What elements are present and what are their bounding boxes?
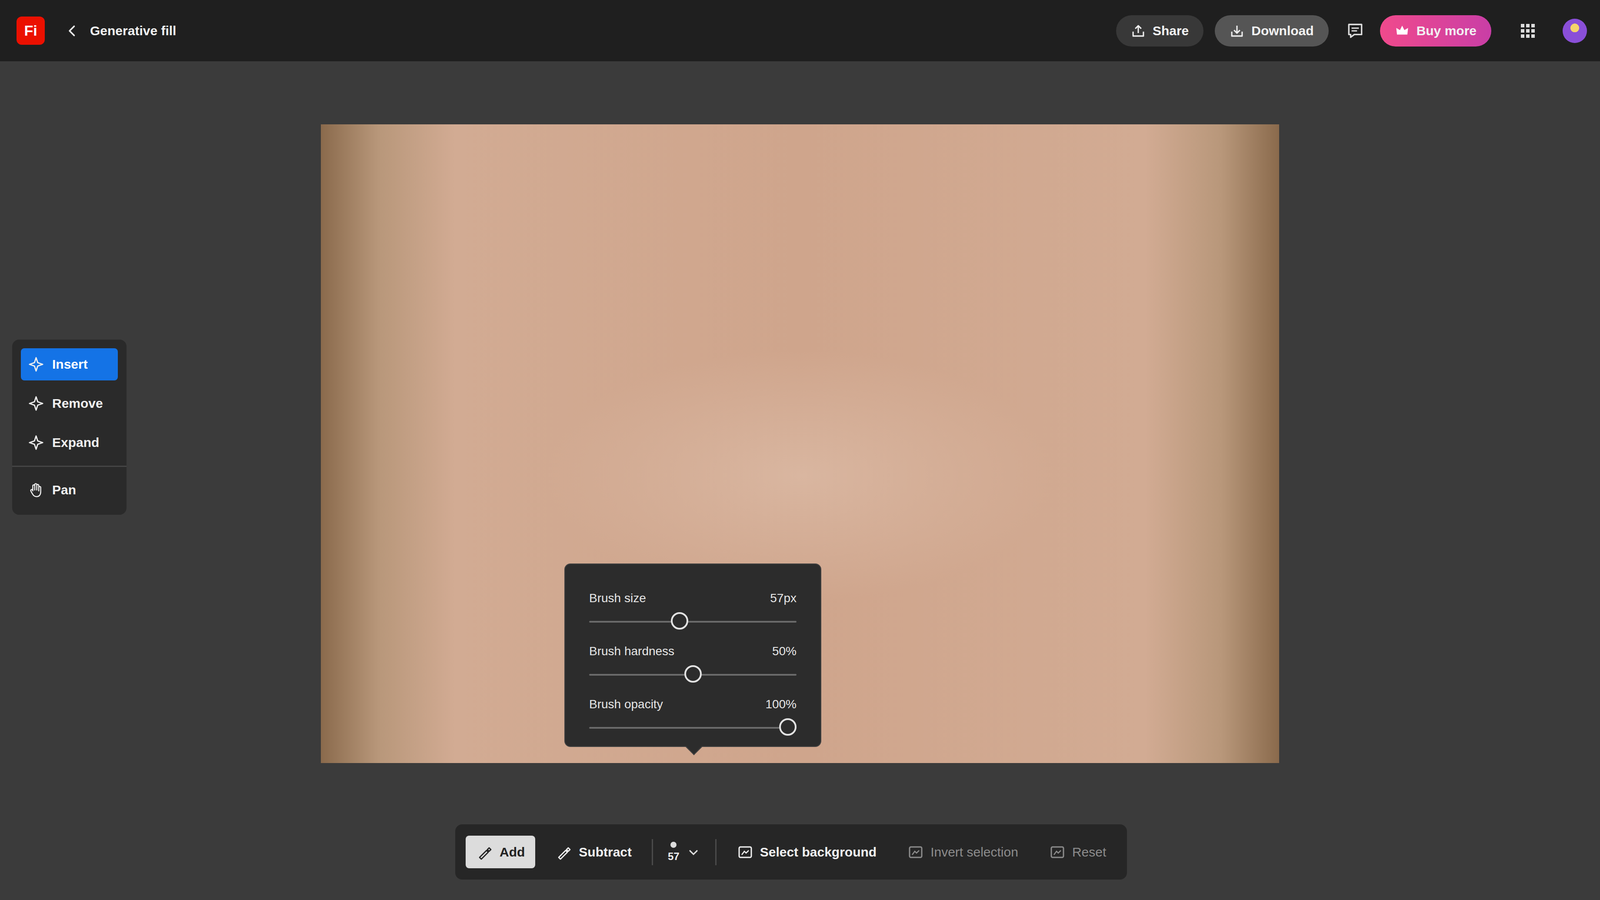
user-avatar-icon[interactable] [1562, 18, 1587, 44]
selection-mode-button[interactable]: Add [465, 835, 536, 869]
setting-value: 100% [765, 697, 797, 712]
setting-label: Brush opacity [589, 697, 664, 712]
hand-icon [27, 481, 45, 499]
setting-slider[interactable] [589, 726, 797, 729]
slider-thumb[interactable] [670, 612, 689, 630]
title-group: Fi Generative fill [16, 16, 177, 45]
slider-thumb[interactable] [779, 718, 797, 736]
comment-icon[interactable] [1346, 21, 1365, 40]
top-bar: Fi Generative fill Share Download Buy more [0, 0, 1600, 62]
brush-setting-row: Brush opacity 100% [589, 697, 797, 729]
setting-value: 57px [770, 591, 797, 606]
chevron-down-icon [686, 845, 701, 860]
tool-item[interactable]: Pan [20, 473, 118, 507]
app-window: Fi Generative fill Share Download Buy more In… [0, 0, 1600, 900]
brush-settings-popover: Brush size 57px Brush hardness 50% Brush opa… [564, 563, 822, 747]
setting-slider[interactable] [589, 620, 797, 623]
upload-icon [1130, 23, 1146, 39]
document-title: Generative fill [90, 23, 177, 39]
buy-more-button[interactable]: Buy more [1380, 15, 1492, 47]
toolbar-action-button[interactable]: Invert selection [896, 835, 1029, 869]
header-actions: Share Download Buy more [1116, 15, 1587, 47]
tool-icon [27, 395, 45, 412]
tool-icon [27, 356, 45, 373]
tool-item[interactable]: Insert [20, 348, 118, 381]
apps-grid-icon[interactable] [1519, 22, 1537, 40]
toolbar-divider [651, 839, 654, 866]
toolbar-action-button[interactable]: Select background [726, 835, 887, 869]
action-icon [906, 843, 925, 861]
setting-label: Brush size [589, 591, 647, 606]
brush-dot-icon [670, 841, 677, 848]
slider-thumb[interactable] [684, 665, 702, 683]
brush-setting-row: Brush hardness 50% [589, 644, 797, 676]
tool-item[interactable]: Remove [20, 387, 118, 420]
brush-icon [555, 843, 573, 861]
download-button[interactable]: Download [1214, 15, 1329, 47]
toolbar-action-button[interactable]: Reset [1038, 835, 1117, 869]
selection-toolbar: AddSubtract 57 Select background Invert sel… [455, 824, 1127, 880]
brush-setting-row: Brush size 57px [589, 591, 797, 623]
tool-divider [12, 465, 127, 467]
toolbar-divider [715, 839, 717, 866]
tool-icon [27, 434, 45, 451]
brush-icon [476, 843, 494, 861]
tool-panel: Insert Remove Expand Pan [12, 339, 127, 515]
action-icon [736, 843, 754, 861]
selection-mode-button[interactable]: Subtract [544, 835, 643, 869]
tool-item[interactable]: Expand [20, 426, 118, 459]
setting-slider[interactable] [589, 673, 797, 676]
brush-size-button[interactable]: 57 [662, 841, 706, 863]
download-icon [1229, 23, 1245, 39]
canvas-area: InsertRemoveExpandPanBrush size57pxBrush… [0, 61, 1600, 900]
share-button[interactable]: Share [1116, 15, 1204, 47]
app-logo[interactable]: Fi [16, 16, 45, 45]
crown-icon [1394, 23, 1410, 39]
action-icon [1048, 843, 1067, 861]
setting-value: 50% [772, 644, 797, 659]
back-arrow-icon[interactable] [65, 24, 79, 38]
setting-label: Brush hardness [589, 644, 675, 659]
